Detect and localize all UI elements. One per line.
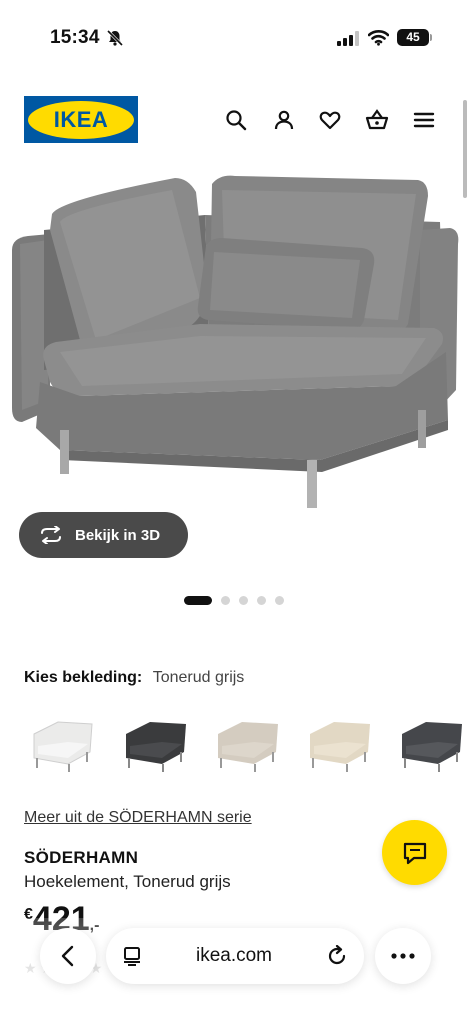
cover-label: Kies bekleding:: [24, 669, 143, 686]
carousel-dot[interactable]: [221, 596, 230, 605]
logo-text: IKEA: [53, 106, 109, 132]
search-icon[interactable]: [224, 108, 248, 132]
bell-muted-icon: [106, 29, 124, 47]
ikea-logo[interactable]: IKEA: [24, 96, 138, 143]
chevron-left-icon: [61, 945, 74, 967]
browser-address-bar[interactable]: ikea.com: [106, 928, 364, 984]
cover-swatch-white[interactable]: [28, 714, 96, 774]
cover-selection: Kies bekleding: Tonerud grijs: [24, 669, 244, 687]
image-carousel-dots[interactable]: [184, 596, 293, 605]
basket-icon[interactable]: [365, 108, 389, 132]
reader-mode-icon[interactable]: [122, 946, 142, 966]
heart-icon[interactable]: [318, 108, 342, 132]
carousel-dot-active[interactable]: [184, 596, 212, 605]
view-in-3d-button[interactable]: Bekijk in 3D: [19, 512, 188, 558]
user-icon[interactable]: [272, 108, 296, 132]
browser-back-button[interactable]: [40, 928, 96, 984]
battery-icon: 45: [397, 29, 429, 46]
product-name: SÖDERHAMN: [24, 848, 139, 867]
chat-button[interactable]: [382, 820, 447, 885]
cover-swatch-cream[interactable]: [306, 714, 374, 774]
product-description: Hoekelement, Tonerud grijs: [24, 872, 231, 891]
menu-icon[interactable]: [412, 108, 436, 132]
browser-more-button[interactable]: [375, 928, 431, 984]
series-link[interactable]: Meer uit de SÖDERHAMN serie: [24, 809, 252, 827]
cellular-signal-icon: [337, 31, 359, 46]
view-in-3d-label: Bekijk in 3D: [75, 526, 161, 544]
more-dots-icon: [391, 953, 415, 959]
browser-url: ikea.com: [195, 945, 273, 966]
product-image[interactable]: [0, 160, 471, 520]
cover-swatch-charcoal[interactable]: [398, 714, 466, 774]
wifi-icon: [368, 30, 389, 46]
rotate-3d-icon: [41, 526, 61, 544]
carousel-dot[interactable]: [257, 596, 266, 605]
carousel-dot[interactable]: [239, 596, 248, 605]
status-time: 15:34: [50, 27, 100, 48]
battery-cap: [430, 34, 432, 41]
status-bar: 15:34 45: [0, 0, 471, 76]
reload-icon[interactable]: [326, 945, 348, 967]
carousel-dot[interactable]: [275, 596, 284, 605]
chat-icon: [403, 842, 426, 864]
cover-value: Tonerud grijs: [152, 669, 245, 686]
cover-swatch-dark-grey[interactable]: [122, 714, 190, 774]
logo-oval: IKEA: [28, 100, 134, 139]
cover-swatches: [28, 714, 471, 778]
cover-swatch-beige[interactable]: [214, 714, 282, 774]
